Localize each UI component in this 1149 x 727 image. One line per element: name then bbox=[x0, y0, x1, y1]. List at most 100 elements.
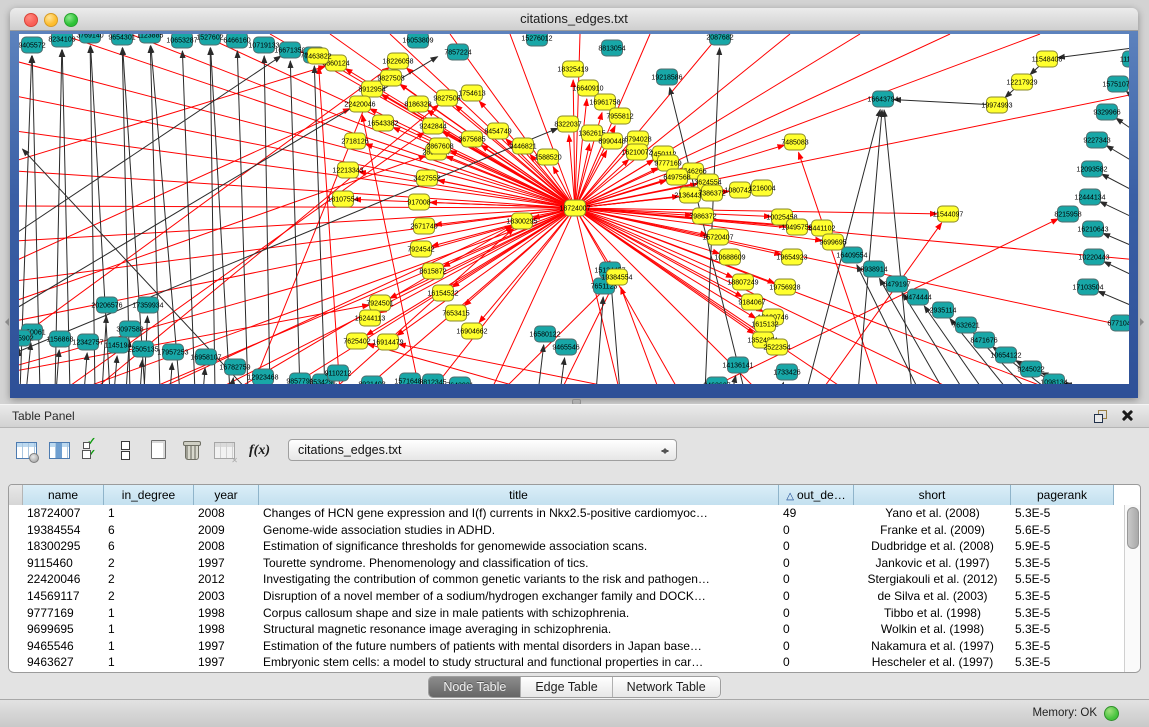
citation-edge-black[interactable] bbox=[884, 110, 912, 384]
table-row[interactable]: 977716911998Corpus callosum shape and si… bbox=[9, 605, 1125, 622]
graph-node[interactable]: 8215958 bbox=[1054, 206, 1081, 222]
cell-short[interactable]: Hescheler et al. (1997) bbox=[854, 654, 1011, 671]
graph-node[interactable]: 12505135 bbox=[127, 341, 158, 357]
citation-edge-black[interactable] bbox=[560, 358, 565, 384]
column-header-in_degree[interactable]: in_degree bbox=[104, 485, 194, 505]
citation-edge-red[interactable] bbox=[19, 66, 325, 161]
graph-node[interactable]: 9405572 bbox=[19, 37, 46, 53]
graph-node[interactable]: 1754613 bbox=[458, 85, 485, 101]
citation-edge-black[interactable] bbox=[1106, 146, 1129, 171]
citation-edge-red[interactable] bbox=[621, 287, 660, 384]
citation-edge-black[interactable] bbox=[1116, 118, 1129, 141]
cell-name[interactable]: 22420046 bbox=[23, 571, 104, 588]
cell-in_degree[interactable]: 6 bbox=[104, 522, 194, 539]
cell-pagerank[interactable]: 5.9E-5 bbox=[1011, 538, 1114, 555]
graph-node[interactable]: 16210643 bbox=[1077, 221, 1108, 237]
cell-out_de[interactable]: 0 bbox=[779, 621, 854, 638]
graph-node[interactable]: 11548408 bbox=[1032, 51, 1063, 67]
cell-year[interactable]: 2008 bbox=[194, 505, 259, 522]
column-header-short[interactable]: short bbox=[854, 485, 1011, 505]
cell-in_degree[interactable]: 1 bbox=[104, 638, 194, 655]
cell-out_de[interactable]: 0 bbox=[779, 588, 854, 605]
graph-node[interactable]: 7463822 bbox=[304, 48, 331, 64]
graph-node[interactable]: 2087682 bbox=[706, 34, 733, 45]
graph-node[interactable]: 6479197 bbox=[883, 276, 910, 292]
graph-node[interactable]: 8454749 bbox=[484, 123, 511, 139]
cell-title[interactable]: Disruption of a novel member of a sodium… bbox=[259, 588, 779, 605]
graph-node[interactable]: 9242844 bbox=[419, 118, 446, 134]
cell-year[interactable]: 2012 bbox=[194, 571, 259, 588]
cell-pagerank[interactable]: 5.3E-5 bbox=[1011, 638, 1114, 655]
cell-name[interactable]: 9115460 bbox=[23, 555, 104, 572]
table-row[interactable]: 1872400712008Changes of HCN gene express… bbox=[9, 505, 1125, 522]
network-canvas[interactable]: 9405572823410937691409654301112388510653… bbox=[19, 34, 1129, 384]
graph-node[interactable]: 7857224 bbox=[444, 44, 471, 60]
graph-node[interactable]: 14136141 bbox=[722, 357, 753, 373]
graph-node[interactable]: 17359934 bbox=[132, 297, 163, 313]
graph-node[interactable]: 9245022 bbox=[1017, 361, 1044, 377]
cell-pagerank[interactable]: 5.3E-5 bbox=[1011, 605, 1114, 622]
cell-year[interactable]: 1998 bbox=[194, 605, 259, 622]
graph-node[interactable]: 2867608 bbox=[426, 138, 453, 154]
citation-edge-red[interactable] bbox=[19, 206, 575, 208]
cell-title[interactable]: Structural magnetic resonance image aver… bbox=[259, 621, 779, 638]
graph-node[interactable]: 1098134 bbox=[1040, 374, 1067, 384]
table-row[interactable]: 969969511998Structural magnetic resonanc… bbox=[9, 621, 1125, 638]
graph-node[interactable]: 16782759 bbox=[219, 359, 250, 375]
graph-node[interactable]: 917008 bbox=[407, 194, 430, 210]
cell-in_degree[interactable]: 2 bbox=[104, 555, 194, 572]
graph-node[interactable]: 16580122 bbox=[529, 326, 560, 342]
citation-edge-red[interactable] bbox=[366, 208, 575, 335]
cell-short[interactable]: Wolkin et al. (1998) bbox=[854, 621, 1011, 638]
column-header-title[interactable]: title bbox=[259, 485, 779, 505]
graph-node[interactable]: 7653415 bbox=[442, 305, 469, 321]
citation-network-graph[interactable]: 9405572823410937691409654301112388510653… bbox=[19, 34, 1129, 384]
graph-node[interactable]: 1588520 bbox=[534, 149, 561, 165]
cell-out_de[interactable]: 0 bbox=[779, 555, 854, 572]
left-panel-collapse-arrow[interactable] bbox=[1, 318, 9, 326]
citation-edge-black[interactable] bbox=[56, 350, 59, 384]
cell-title[interactable]: Estimation of the future numbers of pati… bbox=[259, 638, 779, 655]
cell-out_de[interactable]: 0 bbox=[779, 571, 854, 588]
graph-node[interactable]: 3675685 bbox=[458, 131, 485, 147]
graph-node[interactable]: 8813054 bbox=[598, 40, 625, 56]
citation-edge-black[interactable] bbox=[231, 378, 233, 384]
graph-node[interactable]: 9110212 bbox=[325, 365, 352, 381]
cell-name[interactable]: 14569117 bbox=[23, 588, 104, 605]
citation-edge-black[interactable] bbox=[611, 281, 620, 384]
graph-node[interactable]: 9654301 bbox=[108, 34, 135, 45]
cell-title[interactable]: Embryonic stem cells: a model to study s… bbox=[259, 654, 779, 671]
cell-short[interactable]: Tibbo et al. (1998) bbox=[854, 605, 1011, 622]
graph-node[interactable]: 9827508 bbox=[433, 90, 460, 106]
cell-out_de[interactable]: 0 bbox=[779, 638, 854, 655]
citation-edge-black[interactable] bbox=[90, 46, 95, 384]
function-builder-button[interactable]: f(x) bbox=[249, 443, 270, 459]
graph-node[interactable]: 16914479 bbox=[372, 334, 403, 350]
citation-edge-red[interactable] bbox=[560, 287, 612, 384]
show-columns-icon[interactable] bbox=[47, 438, 73, 464]
citation-edge-black[interactable] bbox=[858, 110, 882, 384]
citation-edge-red[interactable] bbox=[575, 34, 1040, 208]
cell-in_degree[interactable]: 1 bbox=[104, 621, 194, 638]
cell-year[interactable]: 2003 bbox=[194, 588, 259, 605]
citation-edge-black[interactable] bbox=[538, 345, 544, 384]
cell-pagerank[interactable]: 5.3E-5 bbox=[1011, 654, 1114, 671]
cell-short[interactable]: Yano et al. (2008) bbox=[854, 505, 1011, 522]
graph-node[interactable]: 7924501 bbox=[366, 295, 393, 311]
table-vertical-scrollbar[interactable] bbox=[1124, 505, 1140, 672]
graph-node[interactable]: 18226058 bbox=[382, 53, 413, 69]
cell-short[interactable]: Jankovic et al. (1997) bbox=[854, 555, 1011, 572]
citation-edge-black[interactable] bbox=[114, 356, 117, 384]
graph-node[interactable]: 3097588 bbox=[116, 321, 143, 337]
cell-year[interactable]: 1997 bbox=[194, 654, 259, 671]
graph-node[interactable]: 6497568 bbox=[663, 169, 690, 185]
import-table-disabled-icon[interactable] bbox=[212, 438, 238, 464]
graph-node[interactable]: 1216004 bbox=[748, 180, 775, 196]
graph-node[interactable]: 19974993 bbox=[981, 97, 1012, 113]
graph-node[interactable]: 12217929 bbox=[1006, 74, 1037, 90]
cell-in_degree[interactable]: 1 bbox=[104, 505, 194, 522]
graph-node[interactable]: 9184067 bbox=[738, 294, 765, 310]
graph-node[interactable]: 2522354 bbox=[763, 339, 790, 355]
graph-node[interactable]: 1527602 bbox=[196, 34, 223, 45]
graph-node[interactable]: 9465546 bbox=[552, 339, 579, 355]
